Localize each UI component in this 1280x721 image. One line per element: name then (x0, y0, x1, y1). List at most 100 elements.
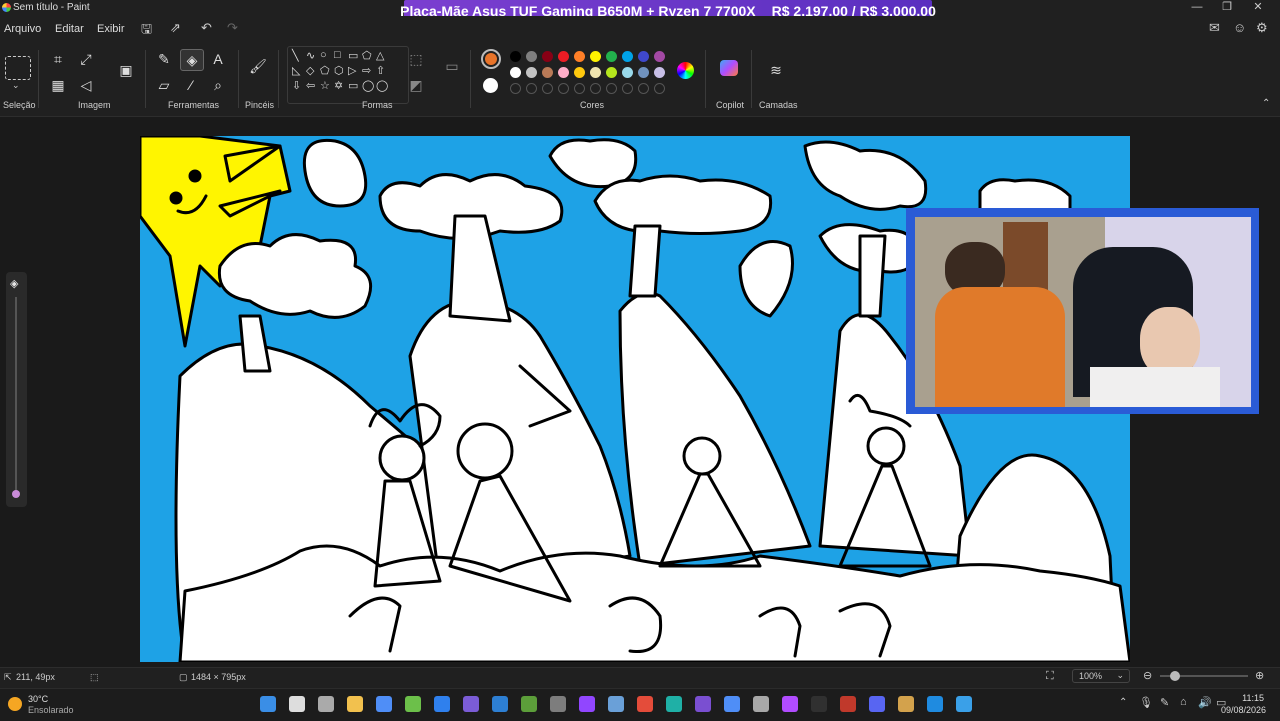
color-swatch[interactable] (510, 67, 521, 78)
selection-tool-icon[interactable] (5, 56, 31, 80)
custom-color-slot[interactable] (590, 83, 601, 94)
text-icon[interactable]: A (207, 49, 229, 69)
zoom-out-icon[interactable]: ⊖ (1143, 669, 1152, 682)
fill-bucket-icon[interactable]: ◈ (180, 49, 204, 71)
color-swatch[interactable] (542, 51, 553, 62)
color-swatch[interactable] (638, 67, 649, 78)
custom-color-slot[interactable] (638, 83, 649, 94)
secondary-color[interactable] (483, 78, 498, 93)
shape-option-14[interactable]: ⇩ (292, 79, 306, 94)
paint-taskbar-icon[interactable] (956, 696, 972, 712)
resize-icon[interactable]: ⤢ (75, 49, 97, 69)
color-swatch[interactable] (622, 67, 633, 78)
shape-option-0[interactable]: ╲ (292, 49, 306, 64)
undo-icon[interactable]: ↶ (201, 20, 212, 36)
eraser-icon[interactable]: ▱ (153, 75, 175, 95)
twitch-icon[interactable] (579, 696, 595, 712)
terminal-icon[interactable] (550, 696, 566, 712)
shape-option-9[interactable]: ⬠ (320, 64, 334, 79)
search-icon[interactable] (289, 696, 305, 712)
color-swatch[interactable] (590, 51, 601, 62)
shape-option-15[interactable]: ⇦ (306, 79, 320, 94)
zoom-slider-thumb[interactable] (1170, 671, 1180, 681)
feedback-icon[interactable]: ✉ (1209, 20, 1220, 36)
custom-color-slot[interactable] (606, 83, 617, 94)
brush-size-slider[interactable]: ◈ (6, 272, 27, 507)
remove-background-icon[interactable]: ▣ (115, 60, 137, 80)
collapse-ribbon-icon[interactable]: ⌃ (1262, 98, 1270, 109)
clock-date[interactable]: 09/08/2026 (1221, 705, 1266, 715)
custom-color-slot[interactable] (574, 83, 585, 94)
vscode-icon[interactable] (434, 696, 450, 712)
zoom-slider[interactable] (1160, 671, 1248, 681)
custom-color-slot[interactable] (526, 83, 537, 94)
layers-icon[interactable]: ≋ (765, 60, 787, 80)
color-swatch[interactable] (542, 67, 553, 78)
color-swatch[interactable] (558, 51, 569, 62)
obs-icon[interactable] (811, 696, 827, 712)
copilot-icon[interactable] (720, 60, 738, 76)
color-swatch[interactable] (510, 51, 521, 62)
custom-color-slot[interactable] (558, 83, 569, 94)
primary-color-ring[interactable] (481, 49, 501, 69)
news-icon[interactable] (840, 696, 856, 712)
color-swatch[interactable] (590, 67, 601, 78)
close-button[interactable]: ✕ (1243, 0, 1273, 14)
color-swatch[interactable] (526, 67, 537, 78)
restore-button[interactable]: ❐ (1212, 0, 1242, 14)
share-icon[interactable]: ⇗ (170, 20, 181, 36)
edit-colors-icon[interactable] (677, 62, 694, 79)
brushes-icon[interactable]: 🖌 (247, 56, 269, 76)
tray-overflow-icon[interactable]: ⌃ (1119, 697, 1127, 708)
remote-icon[interactable] (608, 696, 624, 712)
minecraft-icon[interactable] (521, 696, 537, 712)
microphone-icon[interactable]: 🎙 (1139, 696, 1153, 709)
selection-dropdown-icon[interactable]: ⌄ (12, 80, 20, 91)
app-icon[interactable] (695, 696, 711, 712)
azure-icon[interactable] (492, 696, 508, 712)
color-swatch[interactable] (606, 51, 617, 62)
settings-icon[interactable] (753, 696, 769, 712)
pen-icon[interactable]: ✎ (1160, 696, 1169, 709)
shape-option-13[interactable]: ⇧ (376, 64, 390, 79)
custom-color-slot[interactable] (654, 83, 665, 94)
clock-time[interactable]: 11:15 (1240, 693, 1264, 703)
color-swatch[interactable] (638, 51, 649, 62)
shape-option-18[interactable]: ▭ (348, 79, 362, 94)
color-swatch[interactable] (574, 67, 585, 78)
color-picker-icon[interactable]: ⁄ (180, 75, 202, 95)
shape-option-2[interactable]: ○ (320, 49, 334, 64)
save-icon[interactable]: 🖫 (141, 20, 152, 42)
chrome-icon[interactable] (637, 696, 653, 712)
color-swatch[interactable] (558, 67, 569, 78)
magnifier-icon[interactable]: ⌕ (207, 75, 229, 95)
shape-outline-icon[interactable]: ⬚ (405, 49, 427, 69)
file-explorer-icon[interactable] (347, 696, 363, 712)
slider-thumb[interactable] (12, 490, 20, 498)
start-icon[interactable] (260, 696, 276, 712)
shape-fill-icon[interactable]: ◩ (405, 75, 427, 95)
color-swatch[interactable] (606, 67, 617, 78)
color-swatch[interactable] (654, 67, 665, 78)
custom-color-slot[interactable] (510, 83, 521, 94)
game-icon[interactable] (898, 696, 914, 712)
shape-option-10[interactable]: ⬡ (334, 64, 348, 79)
color-swatch[interactable] (622, 51, 633, 62)
shape-option-12[interactable]: ⇨ (362, 64, 376, 79)
fit-to-window-icon[interactable]: ⛶ (1046, 670, 1054, 683)
rotate-icon[interactable]: ◁ (75, 75, 97, 95)
shape-option-8[interactable]: ◇ (306, 64, 320, 79)
shape-option-11[interactable]: ▷ (348, 64, 362, 79)
shape-option-7[interactable]: ◺ (292, 64, 306, 79)
minimize-button[interactable]: — (1182, 0, 1212, 14)
menu-view[interactable]: Exibir (97, 23, 125, 35)
redo-icon[interactable]: ↷ (227, 20, 238, 36)
volume-icon[interactable]: 🔊 (1198, 696, 1212, 709)
store-icon[interactable] (376, 696, 392, 712)
shape-option-6[interactable]: △ (376, 49, 390, 64)
shape-option-1[interactable]: ∿ (306, 49, 320, 64)
shape-option-20[interactable]: ◯ (376, 79, 390, 94)
shape-option-5[interactable]: ⬠ (362, 49, 376, 64)
shape-size-icon[interactable]: ▭ (441, 56, 463, 76)
zoom-in-icon[interactable]: ⊕ (1255, 669, 1264, 682)
